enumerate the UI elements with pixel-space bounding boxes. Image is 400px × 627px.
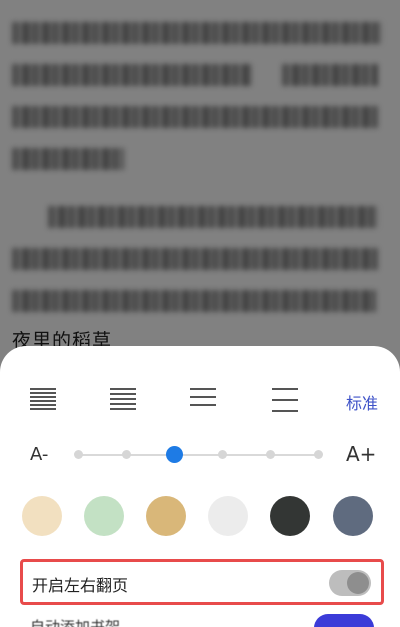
flip-toggle[interactable] <box>329 570 371 596</box>
background-color-swatch-cream[interactable] <box>22 496 62 536</box>
flip-setting-row: 开启左右翻页 <box>20 559 384 605</box>
font-decrease-button[interactable]: A- <box>30 444 48 465</box>
line-spacing-normal-icon[interactable] <box>190 388 216 409</box>
font-size-slider-thumb[interactable] <box>166 446 183 463</box>
font-size-row: A- A+ <box>0 442 400 472</box>
background-color-swatch-light-gray[interactable] <box>208 496 248 536</box>
line-spacing-row: 标准 <box>0 384 400 418</box>
flip-setting-label: 开启左右翻页 <box>32 576 129 595</box>
reader-text-line <box>12 64 252 86</box>
font-size-slider-tick[interactable] <box>122 450 131 459</box>
font-size-slider-tick[interactable] <box>218 450 227 459</box>
reader-text-line <box>48 206 378 228</box>
background-color-swatch-mint[interactable] <box>84 496 124 536</box>
next-setting-label: 自动添加书架 <box>30 618 121 627</box>
font-size-slider-track[interactable] <box>78 454 318 456</box>
line-spacing-dense-icon[interactable] <box>30 388 56 413</box>
reader-text-line <box>12 148 124 170</box>
line-spacing-standard-button[interactable]: 标准 <box>346 390 378 414</box>
reading-settings-sheet: 标准 A- A+ 开启左右翻页 自动添加书架 <box>0 346 400 627</box>
next-setting-toggle[interactable] <box>314 614 374 627</box>
font-increase-button[interactable]: A+ <box>346 442 376 466</box>
reader-text-line <box>12 290 376 312</box>
reader-text-line <box>12 106 378 128</box>
background-color-swatch-dark[interactable] <box>270 496 310 536</box>
reader-text-line <box>282 64 378 86</box>
line-spacing-compact-icon[interactable] <box>110 388 136 413</box>
background-color-row <box>0 496 400 540</box>
font-size-slider-tick[interactable] <box>266 450 275 459</box>
background-color-swatch-tan[interactable] <box>146 496 186 536</box>
flip-toggle-knob <box>347 572 369 594</box>
line-spacing-loose-icon[interactable] <box>272 388 298 415</box>
background-color-swatch-slate[interactable] <box>333 496 373 536</box>
reader-content: 夜里的稻草 <box>0 0 400 360</box>
font-size-slider-tick[interactable] <box>74 450 83 459</box>
reader-screen: 夜里的稻草 标准 A- A+ 开启左右翻页 自动添加书架 <box>0 0 400 627</box>
reader-text-line <box>12 22 382 44</box>
font-size-slider-tick[interactable] <box>314 450 323 459</box>
reader-text-line <box>12 248 378 270</box>
